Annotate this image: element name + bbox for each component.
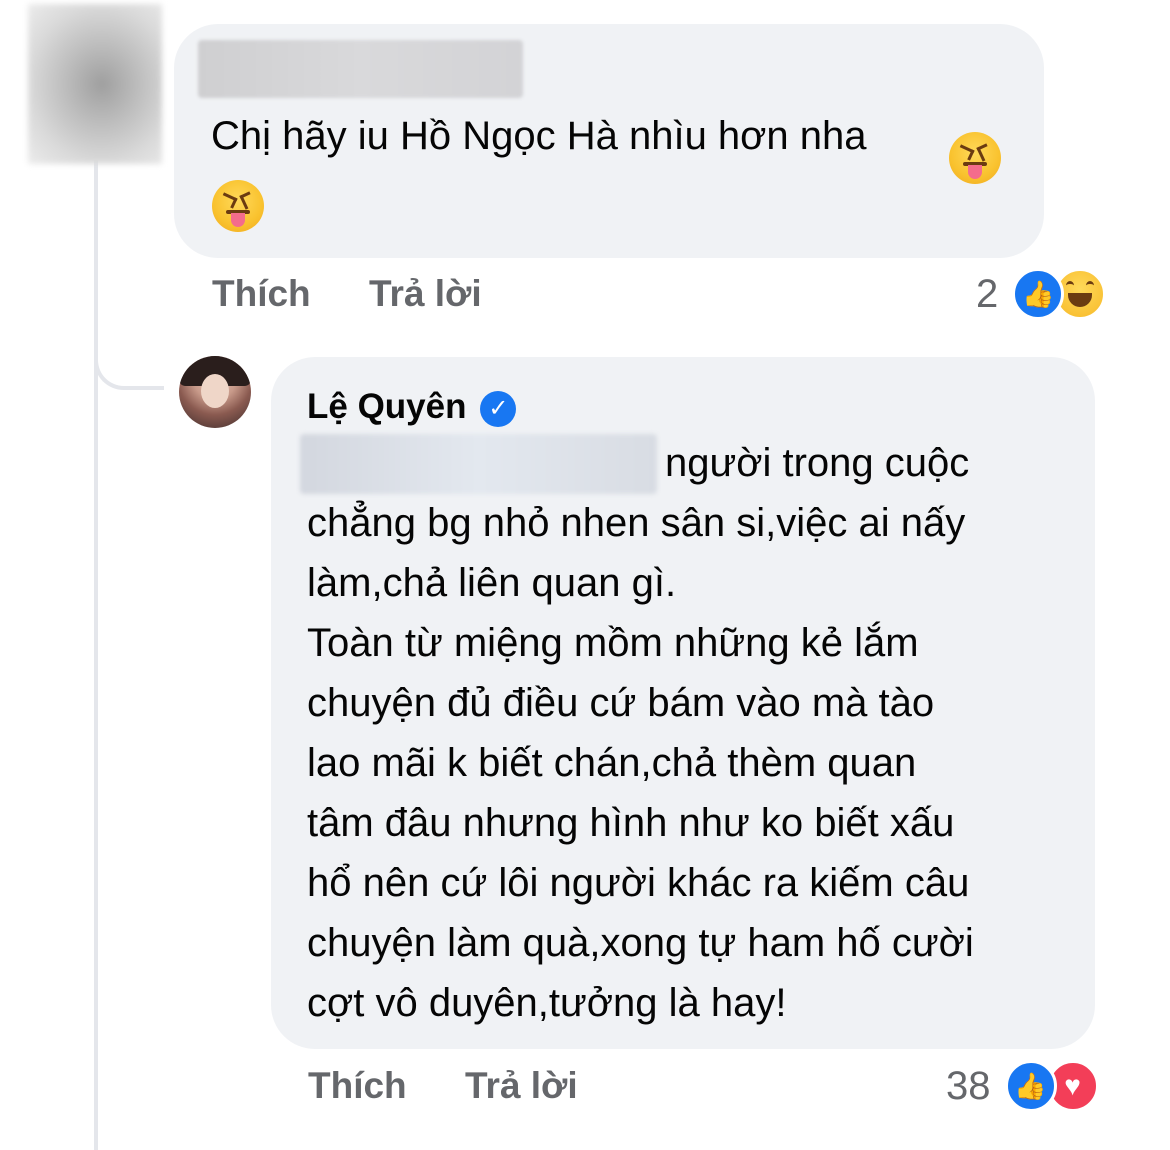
thread-line xyxy=(94,160,98,1150)
like-icon: 👍 xyxy=(1012,268,1065,320)
like-button[interactable]: Thích xyxy=(308,1065,407,1106)
author-name-blurred[interactable] xyxy=(198,40,523,98)
comment-bubble: Chị hãy iu Hồ Ngọc Hà nhìu hơn nha xyxy=(174,24,1044,258)
reaction-summary[interactable]: 2 👍 xyxy=(976,268,1107,320)
squinting-tongue-emoji-icon xyxy=(212,180,264,232)
reaction-count: 38 xyxy=(946,1063,991,1108)
verified-badge-icon: ✓ xyxy=(480,390,517,427)
comment-actions: Thích Trả lời xyxy=(212,273,530,315)
comment-text: người trong cuộc chẳng bg nhỏ nhen sân s… xyxy=(307,433,1067,1033)
avatar-blurred[interactable] xyxy=(28,4,162,164)
like-button[interactable]: Thích xyxy=(212,273,311,314)
reaction-count: 2 xyxy=(976,271,999,316)
comment-thread: Chị hãy iu Hồ Ngọc Hà nhìu hơn nha Thích… xyxy=(0,0,1170,1150)
squinting-tongue-emoji-icon xyxy=(949,132,1001,184)
comment-bubble: Lệ Quyên ✓ người trong cuộc chẳng bg nhỏ … xyxy=(271,357,1095,1049)
reply-button[interactable]: Trả lời xyxy=(465,1065,578,1106)
comment-text-body: chẳng bg nhỏ nhen sân si,việc ai nấy làm… xyxy=(307,501,974,1025)
reply-button[interactable]: Trả lời xyxy=(369,273,482,314)
comment-actions: Thích Trả lời xyxy=(308,1065,626,1107)
avatar[interactable] xyxy=(179,356,251,428)
thread-branch xyxy=(94,310,164,390)
like-icon: 👍 xyxy=(1004,1060,1057,1112)
comment-text: Chị hãy iu Hồ Ngọc Hà nhìu hơn nha xyxy=(211,114,867,158)
reaction-summary[interactable]: 38 👍 ♥ xyxy=(946,1060,1099,1112)
comment-text-first-line: người trong cuộc xyxy=(665,441,970,485)
author-name[interactable]: Lệ Quyên ✓ xyxy=(307,387,517,427)
